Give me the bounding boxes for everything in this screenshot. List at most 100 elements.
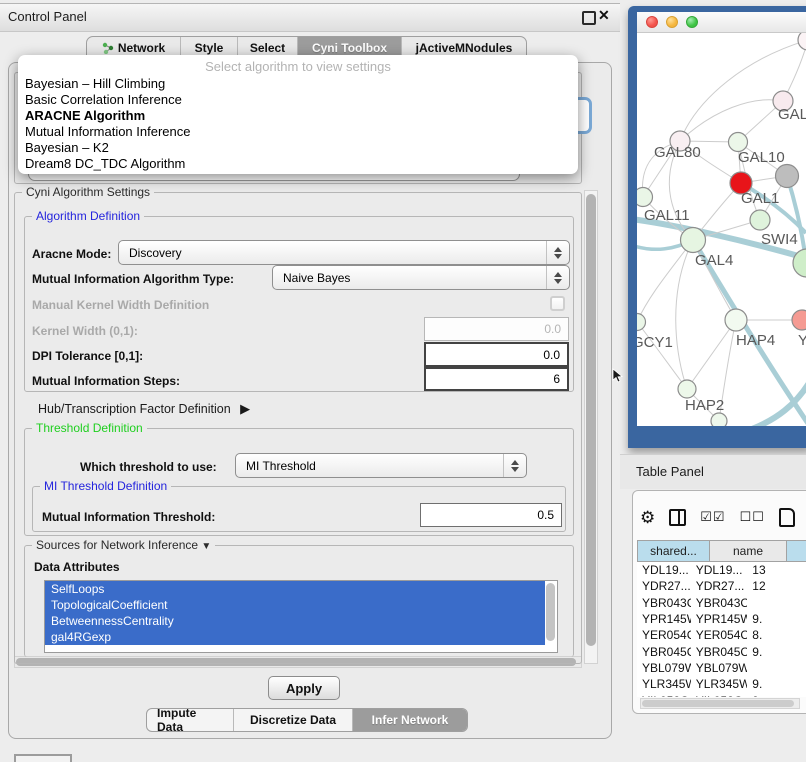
table-row[interactable]: YLR345WYLR345W9.: [637, 676, 806, 692]
settings-vertical-scrollbar-thumb[interactable]: [586, 194, 596, 646]
threshold-definition-title: Threshold Definition: [32, 421, 147, 435]
mi-type-combo[interactable]: Naive Bayes: [272, 265, 570, 290]
table-row[interactable]: YBR043CYBR043C: [637, 595, 806, 611]
algorithm-menu-item[interactable]: Bayesian – Hill Climbing: [25, 76, 571, 92]
table-row[interactable]: YBR045CYBR045C9.: [637, 643, 806, 659]
network-node-gcy1[interactable]: [637, 314, 646, 331]
zoom-window-icon[interactable]: [686, 16, 698, 28]
algorithm-menu-item[interactable]: Mutual Information Inference: [25, 124, 571, 140]
data-attribute-item[interactable]: gal4RGexp: [45, 629, 545, 645]
select-all-icon[interactable]: ☑☑: [700, 509, 725, 525]
network-node-gal11[interactable]: [637, 188, 653, 207]
algorithm-menu-item[interactable]: Basic Correlation Inference: [25, 92, 571, 108]
algorithm-definition-title: Algorithm Definition: [32, 209, 144, 223]
table-body: YDL19...YDL19...13YDR27...YDR27...12YBR0…: [637, 562, 806, 697]
table-row[interactable]: YDL19...YDL19...13: [637, 562, 806, 578]
table-horizontal-scrollbar-thumb[interactable]: [642, 700, 794, 707]
tab-label: Style: [195, 41, 224, 55]
node-label: GAL80: [654, 144, 701, 161]
tab-discretize-data[interactable]: Discretize Data: [234, 709, 353, 731]
tab-label: Select: [250, 41, 285, 55]
data-attribute-item[interactable]: SelfLoops: [45, 581, 545, 597]
column-header-name[interactable]: name: [710, 540, 787, 562]
data-attribute-item[interactable]: BetweennessCentrality: [45, 613, 545, 629]
export-table-icon[interactable]: [779, 508, 795, 527]
table-cell: YER054C: [637, 628, 691, 642]
hub-definition-toggle[interactable]: Hub/Transcription Factor Definition ▶: [38, 401, 250, 417]
network-node-hap4[interactable]: [725, 309, 747, 331]
tab-infer-network[interactable]: Infer Network: [353, 709, 467, 731]
network-node[interactable]: [776, 165, 799, 188]
network-edge[interactable]: [676, 240, 693, 389]
network-window-titlebar[interactable]: [637, 12, 806, 33]
list-scrollbar-thumb[interactable]: [546, 583, 555, 641]
manual-kernel-label: Manual Kernel Width Definition: [32, 298, 209, 312]
table-cell: 9.: [747, 645, 806, 659]
table-cell: 9.: [747, 612, 806, 626]
table-cell: YLR345W: [637, 677, 691, 691]
algorithm-menu-item[interactable]: Bayesian – K2: [25, 140, 571, 156]
manual-kernel-checkbox[interactable]: [550, 296, 565, 311]
table-row[interactable]: YBL079WYBL079W: [637, 660, 806, 676]
table-cell: 9.: [747, 677, 806, 691]
data-attribute-item[interactable]: TopologicalCoefficient: [45, 597, 545, 613]
table-row[interactable]: YDR27...YDR27...12: [637, 578, 806, 594]
spinner-arrows-icon: [546, 241, 569, 264]
network-canvas[interactable]: GALGAL80GAL10GAL1GAL11SWI4GAL4GCY1HAP4YH…: [637, 33, 806, 426]
close-panel-icon[interactable]: ✕: [598, 7, 610, 24]
network-node-gal4[interactable]: [681, 228, 706, 253]
minimized-panel-icon[interactable]: [14, 754, 72, 762]
network-node[interactable]: [711, 413, 727, 426]
mi-threshold-group-title: MI Threshold Definition: [40, 479, 171, 493]
mi-type-label: Mutual Information Algorithm Type:: [32, 272, 234, 286]
tab-label: Infer Network: [372, 713, 449, 727]
aracne-mode-label: Aracne Mode:: [32, 247, 111, 261]
column-header-A[interactable]: A: [787, 540, 806, 562]
deselect-all-icon[interactable]: ☐☐: [740, 509, 765, 525]
node-label: GAL1: [741, 190, 779, 207]
table-cell: YBL079W: [637, 661, 691, 675]
aracne-mode-value: Discovery: [129, 246, 182, 260]
network-node[interactable]: [798, 33, 806, 50]
minimize-window-icon[interactable]: [666, 16, 678, 28]
table-panel-title: Table Panel: [636, 464, 704, 479]
network-edge[interactable]: [637, 322, 687, 389]
tab-impute-data[interactable]: Impute Data: [147, 709, 234, 731]
table-cell: YIL052C: [691, 694, 748, 697]
network-node-swi4[interactable]: [750, 210, 770, 230]
dpi-tolerance-field[interactable]: 0.0: [424, 342, 569, 367]
mi-steps-field[interactable]: 6: [424, 367, 569, 391]
algorithm-menu-item[interactable]: ARACNE Algorithm: [25, 108, 571, 124]
node-label: GCY1: [637, 334, 673, 351]
expand-right-icon: ▶: [240, 401, 250, 416]
control-panel-title: Control Panel: [8, 9, 87, 24]
table-settings-gear-icon[interactable]: ⚙: [640, 509, 655, 526]
tab-label: Discretize Data: [250, 713, 336, 727]
list-scrollbar[interactable]: [545, 582, 556, 651]
network-node-y[interactable]: [792, 310, 806, 330]
mi-threshold-field[interactable]: 0.5: [420, 503, 562, 527]
data-attributes-list[interactable]: SelfLoopsTopologicalCoefficientBetweenne…: [44, 580, 558, 653]
table-row[interactable]: YPR145WYPR145W9.: [637, 611, 806, 627]
which-threshold-combo[interactable]: MI Threshold: [235, 453, 527, 478]
column-selector-icon[interactable]: [669, 509, 686, 526]
table-cell: YDR27...: [691, 579, 748, 593]
aracne-mode-combo[interactable]: Discovery: [118, 240, 570, 265]
tab-label: Impute Data: [157, 708, 223, 732]
network-icon: [102, 42, 114, 54]
float-window-icon[interactable]: [582, 11, 596, 25]
table-row[interactable]: YER054CYER054C8.: [637, 627, 806, 643]
close-window-icon[interactable]: [646, 16, 658, 28]
node-table[interactable]: shared...nameA YDL19...YDL19...13YDR27..…: [637, 540, 806, 697]
network-node-hap2[interactable]: [678, 380, 696, 398]
table-cell: YDR27...: [637, 579, 691, 593]
column-header-shared...[interactable]: shared...: [637, 540, 710, 562]
apply-button[interactable]: Apply: [268, 676, 340, 700]
table-toolbar: ⚙ ☑☑ ☐☐: [640, 505, 795, 529]
table-row[interactable]: YIL052CYIL052C9.: [637, 692, 806, 697]
sources-group-title[interactable]: Sources for Network Inference ▼: [32, 538, 215, 552]
network-edge[interactable]: [637, 240, 693, 322]
algorithm-menu-item[interactable]: Dream8 DC_TDC Algorithm: [25, 156, 571, 172]
network-edge[interactable]: [687, 320, 736, 389]
popup-placeholder: Select algorithm to view settings: [18, 59, 578, 74]
